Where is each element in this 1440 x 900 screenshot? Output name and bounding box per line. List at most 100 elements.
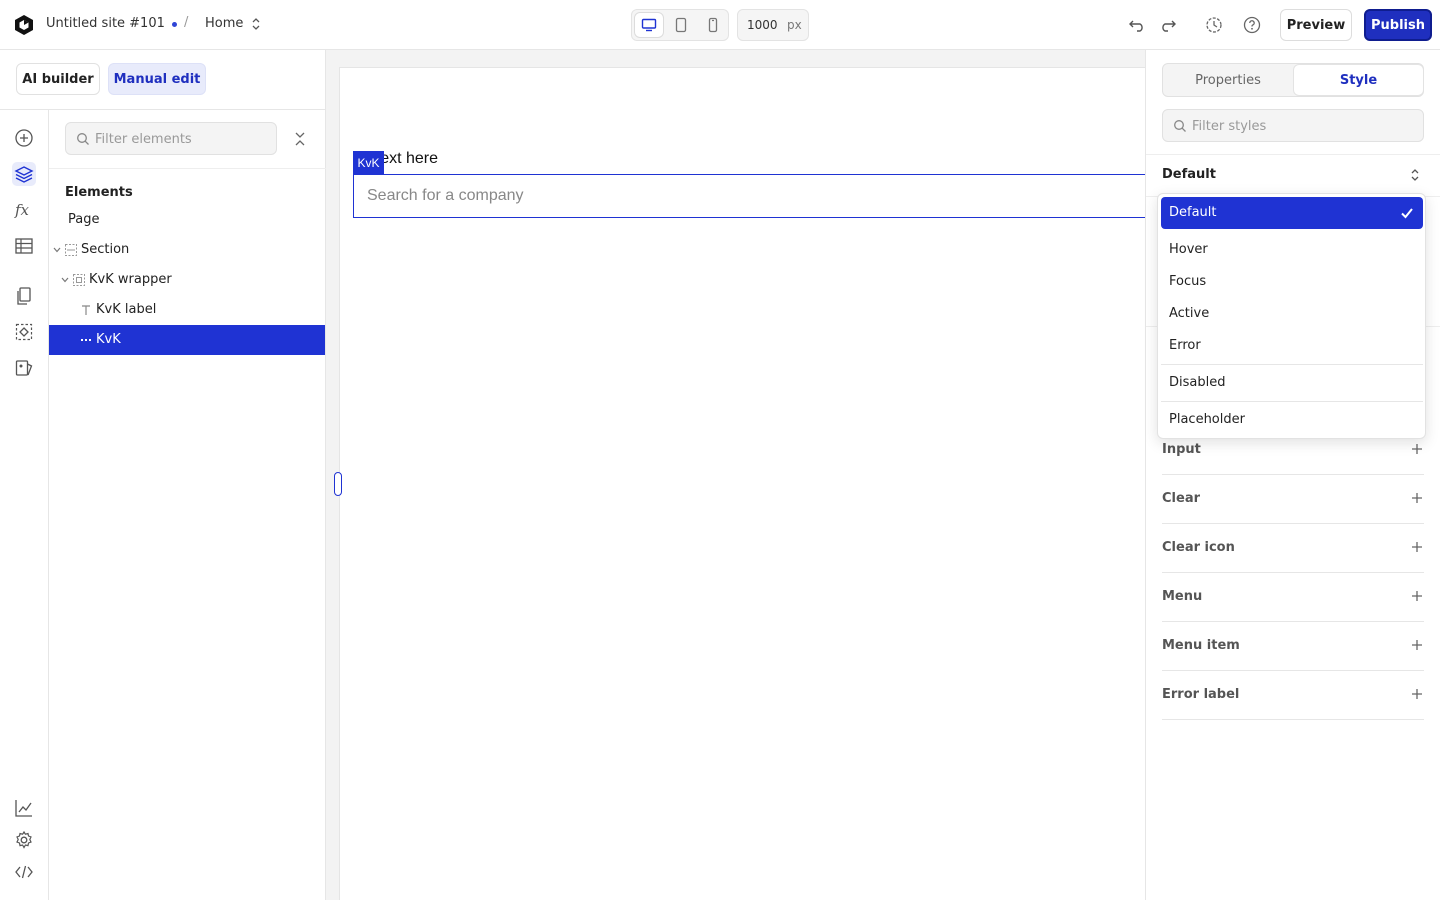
tree-item-kvk[interactable]: KvK — [49, 325, 325, 355]
state-option-focus[interactable]: Focus — [1161, 266, 1423, 298]
plus-icon[interactable] — [1410, 442, 1424, 456]
style-section-label: Error label — [1162, 687, 1240, 702]
undo-button[interactable] — [1127, 15, 1147, 35]
kvk-search-input[interactable]: Search for a company — [353, 174, 1145, 218]
components-button[interactable] — [12, 320, 36, 344]
dropdown-divider — [1161, 364, 1423, 365]
tree-item-label: KvK label — [96, 302, 157, 317]
pages-icon — [17, 287, 31, 305]
desktop-view-button[interactable] — [635, 13, 663, 37]
tablet-view-button[interactable] — [667, 13, 695, 37]
plus-icon[interactable] — [1410, 687, 1424, 701]
filter-styles-input[interactable]: Filter styles — [1162, 109, 1424, 142]
tree-item-label: Section — [81, 242, 130, 257]
preview-button[interactable]: Preview — [1280, 9, 1352, 41]
state-option-disabled[interactable]: Disabled — [1161, 367, 1423, 399]
site-name[interactable]: Untitled site #101 — [46, 16, 165, 31]
style-section-label: Menu — [1162, 589, 1203, 604]
redo-button[interactable] — [1158, 15, 1178, 35]
tree-item-kvk-wrapper[interactable]: KvK wrapper — [49, 265, 325, 295]
mode-switcher: AI builder Manual edit — [0, 50, 326, 110]
state-option-hover[interactable]: Hover — [1161, 234, 1423, 266]
state-option-error[interactable]: Error — [1161, 330, 1423, 362]
tree-item-label: KvK wrapper — [89, 272, 172, 287]
unsaved-dot-icon — [172, 22, 177, 27]
chevron-updown-icon[interactable] — [250, 16, 262, 32]
tree-item-label: KvK — [96, 332, 121, 347]
style-section-menu[interactable]: Menu — [1162, 573, 1424, 622]
filter-elements-input[interactable]: Filter elements — [65, 122, 277, 155]
panel-divider — [49, 168, 326, 169]
state-option-label: Default — [1169, 205, 1217, 220]
help-icon — [1243, 16, 1261, 34]
panel-divider — [1146, 154, 1440, 155]
settings-button[interactable] — [12, 828, 36, 852]
chevron-down-icon[interactable] — [61, 276, 69, 284]
state-option-label: Focus — [1169, 274, 1207, 289]
assets-button[interactable] — [12, 356, 36, 380]
chevron-down-icon[interactable] — [53, 246, 61, 254]
page-selector[interactable]: Home — [205, 16, 243, 31]
tree-item-page[interactable]: Page — [49, 205, 325, 235]
style-section-label: Menu item — [1162, 638, 1240, 653]
plus-icon[interactable] — [1410, 491, 1424, 505]
style-section-clear[interactable]: Clear — [1162, 475, 1424, 524]
tree-item-label: Page — [68, 212, 100, 227]
gear-icon — [16, 830, 32, 849]
code-icon — [15, 865, 33, 879]
ai-builder-button[interactable]: AI builder — [16, 63, 100, 95]
left-icon-rail: fx — [0, 110, 49, 900]
collapse-all-icon[interactable] — [293, 130, 307, 148]
state-option-label: Error — [1169, 338, 1201, 353]
state-option-placeholder[interactable]: Placeholder — [1161, 404, 1423, 436]
panel-tabs: Properties Style — [1162, 63, 1424, 97]
chevron-updown-icon[interactable] — [1409, 167, 1421, 183]
state-option-active[interactable]: Active — [1161, 298, 1423, 330]
tree-item-kvk-label[interactable]: KvK label — [49, 295, 325, 325]
pages-button[interactable] — [12, 284, 36, 308]
mobile-view-button[interactable] — [699, 13, 727, 37]
plus-icon[interactable] — [1410, 638, 1424, 652]
filter-elements-placeholder: Filter elements — [95, 132, 192, 147]
breadcrumb-separator: / — [184, 15, 189, 30]
kvk-input-placeholder: Search for a company — [367, 187, 524, 204]
checkmark-icon — [1401, 208, 1413, 219]
plus-icon[interactable] — [1410, 589, 1424, 603]
code-button[interactable] — [12, 860, 36, 884]
data-tables-button[interactable] — [12, 234, 36, 258]
add-circle-icon — [15, 129, 33, 147]
selected-element-tag[interactable]: KvK — [353, 151, 384, 174]
analytics-button[interactable] — [12, 796, 36, 820]
tab-properties[interactable]: Properties — [1164, 65, 1292, 95]
publish-button[interactable]: Publish — [1364, 9, 1432, 41]
app-logo-icon[interactable] — [13, 14, 35, 36]
add-element-button[interactable] — [12, 126, 36, 150]
help-button[interactable] — [1242, 15, 1262, 35]
history-button[interactable] — [1204, 15, 1224, 35]
state-select[interactable]: Default — [1162, 167, 1216, 182]
canvas-width-input[interactable]: 1000 px — [737, 9, 809, 41]
formulas-button[interactable]: fx — [12, 198, 36, 222]
style-section-clear-icon[interactable]: Clear icon — [1162, 524, 1424, 573]
tree-item-section[interactable]: Section — [49, 235, 325, 265]
canvas-resize-handle[interactable] — [334, 472, 342, 496]
style-section-label: Clear — [1162, 491, 1200, 506]
plus-icon[interactable] — [1410, 540, 1424, 554]
undo-icon — [1129, 20, 1143, 32]
chart-line-icon — [15, 800, 32, 817]
style-section-error-label[interactable]: Error label — [1162, 671, 1424, 720]
tab-style[interactable]: Style — [1294, 65, 1423, 95]
manual-edit-button[interactable]: Manual edit — [108, 63, 206, 95]
layers-button[interactable] — [12, 162, 36, 186]
state-option-label: Disabled — [1169, 375, 1226, 390]
history-icon — [1206, 17, 1222, 33]
input-icon — [79, 333, 93, 347]
style-section-menu-item[interactable]: Menu item — [1162, 622, 1424, 671]
svg-text:fx: fx — [14, 201, 30, 219]
elements-title: Elements — [65, 185, 133, 200]
section-icon — [64, 243, 78, 257]
component-icon — [15, 323, 33, 341]
table-icon — [15, 238, 33, 254]
state-option-default[interactable]: Default — [1161, 197, 1423, 229]
state-option-label: Active — [1169, 306, 1210, 321]
